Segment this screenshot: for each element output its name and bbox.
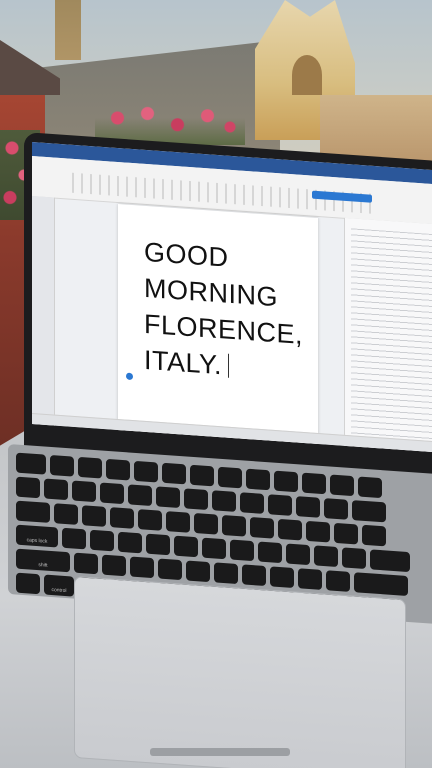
key[interactable] <box>358 476 382 499</box>
key[interactable] <box>212 490 236 512</box>
key[interactable] <box>362 524 386 547</box>
copilot-icon[interactable] <box>126 372 133 381</box>
fn-key[interactable] <box>16 572 40 595</box>
key[interactable] <box>270 566 294 588</box>
key[interactable] <box>72 480 96 503</box>
caps-lock-key[interactable]: caps lock <box>16 524 58 548</box>
key[interactable] <box>214 562 238 585</box>
key[interactable] <box>240 492 264 514</box>
key[interactable] <box>54 503 78 525</box>
key[interactable] <box>90 529 114 552</box>
key[interactable] <box>62 527 86 550</box>
key[interactable] <box>138 509 162 531</box>
document-page[interactable]: GOOD MORNING FLORENCE, ITALY. <box>118 204 318 453</box>
key[interactable] <box>324 498 348 520</box>
key[interactable] <box>302 472 326 495</box>
key[interactable] <box>158 558 182 581</box>
key[interactable] <box>118 531 142 554</box>
shift-key[interactable]: shift <box>16 548 70 573</box>
key[interactable] <box>326 570 350 592</box>
key[interactable] <box>74 552 98 575</box>
key[interactable] <box>102 554 126 577</box>
key[interactable] <box>156 486 180 509</box>
key[interactable] <box>278 518 302 541</box>
key[interactable] <box>354 572 408 596</box>
key[interactable] <box>106 458 130 481</box>
key[interactable] <box>202 537 226 560</box>
key[interactable] <box>16 500 50 523</box>
doc-line: ITALY. <box>144 344 223 381</box>
key[interactable] <box>146 533 170 556</box>
key[interactable] <box>78 456 102 479</box>
key[interactable] <box>174 535 198 558</box>
key[interactable] <box>128 484 152 507</box>
key[interactable] <box>186 560 210 583</box>
laptop-screen: GOOD MORNING FLORENCE, ITALY. <box>32 142 432 453</box>
key[interactable] <box>218 466 242 489</box>
key[interactable] <box>250 516 274 539</box>
key[interactable] <box>298 568 322 590</box>
side-panel-text <box>351 228 432 445</box>
key[interactable] <box>16 476 40 499</box>
key[interactable] <box>44 478 68 501</box>
key[interactable] <box>274 470 298 493</box>
photo-scene: GOOD MORNING FLORENCE, ITALY. caps lock … <box>0 0 432 768</box>
document-text[interactable]: GOOD MORNING FLORENCE, ITALY. <box>144 234 303 389</box>
bell-tower <box>55 0 81 60</box>
key[interactable] <box>306 520 330 543</box>
control-key[interactable]: control <box>44 574 74 597</box>
key[interactable] <box>50 454 74 477</box>
key[interactable] <box>184 488 208 510</box>
laptop-front-edge <box>150 748 290 756</box>
key[interactable] <box>342 547 366 570</box>
key[interactable] <box>268 494 292 516</box>
key[interactable] <box>190 464 214 487</box>
key[interactable] <box>334 522 358 545</box>
key[interactable] <box>222 514 246 537</box>
trackpad[interactable] <box>74 576 406 768</box>
key[interactable] <box>286 543 310 566</box>
text-cursor <box>228 353 230 378</box>
key[interactable] <box>230 539 254 562</box>
key[interactable] <box>166 511 190 533</box>
key[interactable] <box>100 482 124 505</box>
key[interactable] <box>110 507 134 529</box>
key[interactable] <box>258 541 282 564</box>
left-rail <box>32 196 55 428</box>
key[interactable] <box>330 474 354 497</box>
key[interactable] <box>242 564 266 587</box>
key[interactable] <box>246 468 270 491</box>
key[interactable] <box>130 556 154 579</box>
key[interactable] <box>194 513 218 535</box>
key[interactable] <box>82 505 106 527</box>
side-panel <box>344 217 432 453</box>
key[interactable] <box>134 460 158 483</box>
church-rose-window <box>292 55 322 95</box>
key[interactable] <box>370 549 410 573</box>
key[interactable] <box>16 452 46 475</box>
key[interactable] <box>162 462 186 485</box>
key[interactable] <box>352 500 386 523</box>
key[interactable] <box>296 496 320 518</box>
key[interactable] <box>314 545 338 568</box>
